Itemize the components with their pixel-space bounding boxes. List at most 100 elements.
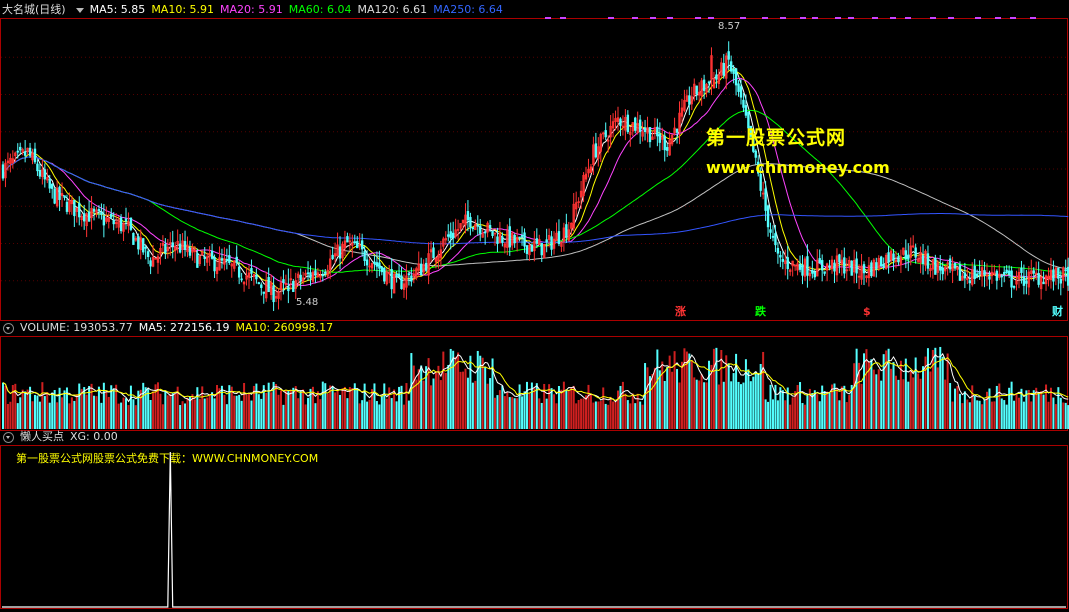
event-marker [1030, 17, 1036, 19]
volume-bar [1010, 381, 1013, 429]
candle [897, 256, 900, 263]
volume-bar [80, 388, 83, 429]
candle [287, 286, 290, 292]
volume-bars[interactable] [2, 346, 1069, 429]
event-marker [608, 17, 614, 19]
volume-bar [444, 372, 447, 429]
candle [715, 74, 718, 80]
event-marker [800, 17, 806, 19]
volume-bar [594, 401, 597, 429]
candle [419, 263, 423, 276]
volume-bar [553, 394, 556, 429]
volume-bar [97, 386, 100, 429]
volume-bar [922, 366, 925, 429]
candle [314, 270, 317, 276]
candle [257, 282, 261, 285]
candle [914, 247, 917, 258]
volume-bar [904, 358, 907, 429]
volume-bar [762, 351, 765, 429]
volume-bar [407, 400, 410, 429]
volume-bar [324, 383, 327, 429]
volume-bar [1064, 402, 1067, 429]
volume-bar [764, 399, 767, 429]
volume-bar [339, 394, 342, 429]
candle [1010, 270, 1013, 288]
candle [390, 269, 393, 290]
volume-bar [299, 390, 302, 429]
volume-bar [120, 402, 123, 429]
volume-bar [284, 390, 287, 429]
event-marker [708, 17, 714, 19]
candle [196, 253, 199, 268]
volume-bar [422, 380, 425, 429]
volume-bar [523, 391, 526, 429]
volume-bar [469, 355, 472, 429]
volume-bar [624, 393, 627, 429]
volume-bar [503, 396, 506, 429]
volume-bar [705, 382, 708, 429]
indicator-title: 懒人买点 [20, 430, 64, 443]
candle [1022, 276, 1026, 286]
candle [19, 146, 22, 151]
event-tag-dollar[interactable]: $ [861, 305, 873, 319]
candle [292, 280, 295, 292]
candle [203, 256, 206, 259]
volume-bar [525, 381, 528, 429]
candle [508, 226, 511, 248]
volume-bar [892, 362, 895, 429]
volume-bar [860, 383, 863, 429]
volume-bar [779, 387, 782, 429]
volume-bar [983, 399, 986, 429]
candle [272, 285, 275, 303]
volume-bar [690, 360, 693, 429]
volume-bar [698, 380, 701, 429]
collapse-icon[interactable] [3, 431, 14, 443]
event-marker [890, 17, 896, 19]
volume-bar [880, 380, 883, 429]
volume-bar [966, 399, 969, 429]
volume-bar [1059, 397, 1062, 429]
candle [479, 225, 482, 234]
volume-bar [134, 405, 137, 429]
volume-bar [811, 393, 814, 429]
volume-bar [464, 368, 467, 429]
event-tag-die[interactable]: 跌 [753, 305, 768, 319]
volume-bar [132, 399, 135, 429]
stock-chart[interactable] [0, 0, 1069, 612]
event-tag-zhang[interactable]: 涨 [673, 305, 688, 319]
volume-bar [720, 350, 723, 429]
volume-bar [609, 396, 612, 429]
candle [779, 254, 782, 258]
volume-bar [181, 401, 184, 429]
volume-bar [442, 351, 445, 429]
event-tag-cai[interactable]: 财 [1050, 305, 1065, 319]
candle [988, 276, 991, 280]
volume-bar [294, 386, 297, 429]
volume-bar [663, 380, 666, 429]
candle [887, 252, 890, 263]
volume-bar [813, 390, 816, 429]
dropdown-icon[interactable] [75, 7, 84, 13]
event-marker [1010, 17, 1016, 19]
volume-bar [730, 381, 733, 429]
collapse-icon[interactable] [3, 322, 14, 334]
volume-bar [430, 385, 433, 429]
volume-bar [589, 393, 592, 429]
volume-bar [528, 393, 531, 429]
ma60-label: MA60: 6.04 [288, 3, 352, 16]
event-marker [835, 17, 841, 19]
volume-bar [548, 384, 551, 429]
volume-bar [70, 397, 73, 429]
candle [801, 264, 804, 276]
volume-bar [789, 404, 792, 429]
volume-bar [316, 391, 319, 429]
volume-bar [806, 395, 809, 429]
volume-bar [981, 404, 984, 429]
volume-bar [978, 400, 981, 429]
volume-bar [518, 384, 521, 429]
volume-bar [641, 404, 644, 429]
event-marker [930, 17, 936, 19]
candlesticks[interactable] [1, 41, 1069, 312]
ma5-label: MA5: 5.85 [89, 3, 146, 16]
candle [383, 267, 386, 282]
